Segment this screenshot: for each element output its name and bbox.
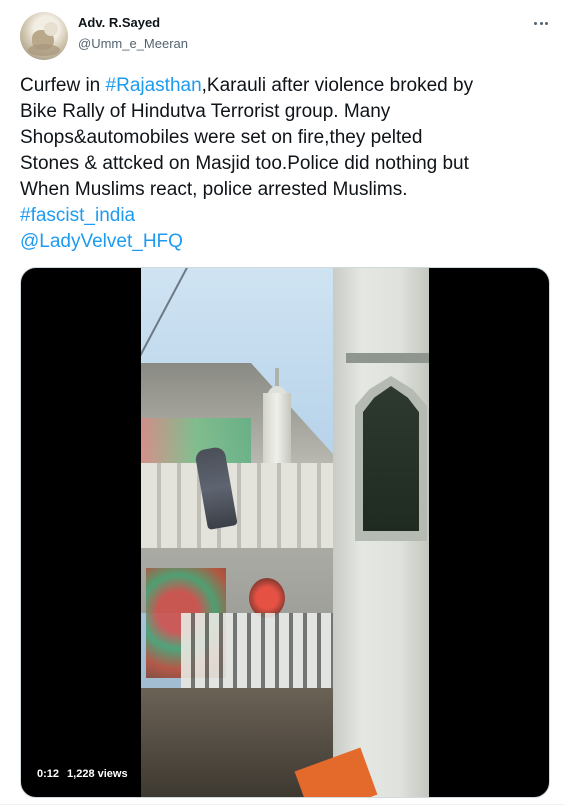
author-display-name[interactable]: Adv. R.Sayed <box>78 15 160 30</box>
tweet-line-3: Shops&automobiles were set on fire,they … <box>20 127 423 148</box>
tweet-text: Curfew in #Rajasthan,Karauli after viole… <box>20 73 550 255</box>
tweet-line-1: Curfew in #Rajasthan,Karauli after viole… <box>20 73 550 99</box>
tweet-line-4: Stones & attcked on Masjid too.Police di… <box>20 153 469 174</box>
video-frame <box>141 268 429 797</box>
hashtag-fascist-india-link[interactable]: #fascist_india <box>20 203 550 229</box>
avatar[interactable] <box>20 12 68 60</box>
video-playback-info: 0:12 1,228 views <box>33 765 132 783</box>
hashtag-rajasthan-link[interactable]: #Rajasthan <box>106 75 202 96</box>
more-options-icon[interactable] <box>532 14 550 32</box>
tweet-line-2: Bike Rally of Hindutva Terrorist group. … <box>20 101 391 122</box>
video-view-count: 1,228 views <box>67 768 128 780</box>
video-elapsed-time: 0:12 <box>37 768 60 780</box>
tweet-text-segment: ,Karauli after violence broked by <box>201 75 474 96</box>
tweet-header: Adv. R.Sayed @Umm_e_Meeran <box>20 12 550 60</box>
tweet-card: Adv. R.Sayed @Umm_e_Meeran Curfew in #Ra… <box>0 0 565 805</box>
author-handle[interactable]: @Umm_e_Meeran <box>78 36 188 51</box>
tweet-line-5: When Muslims react, police arrested Musl… <box>20 179 408 200</box>
video-player[interactable]: 0:12 1,228 views <box>20 267 550 798</box>
mention-ladyvelvet-link[interactable]: @LadyVelvet_HFQ <box>20 229 550 255</box>
tweet-text-segment: Curfew in <box>20 75 106 96</box>
